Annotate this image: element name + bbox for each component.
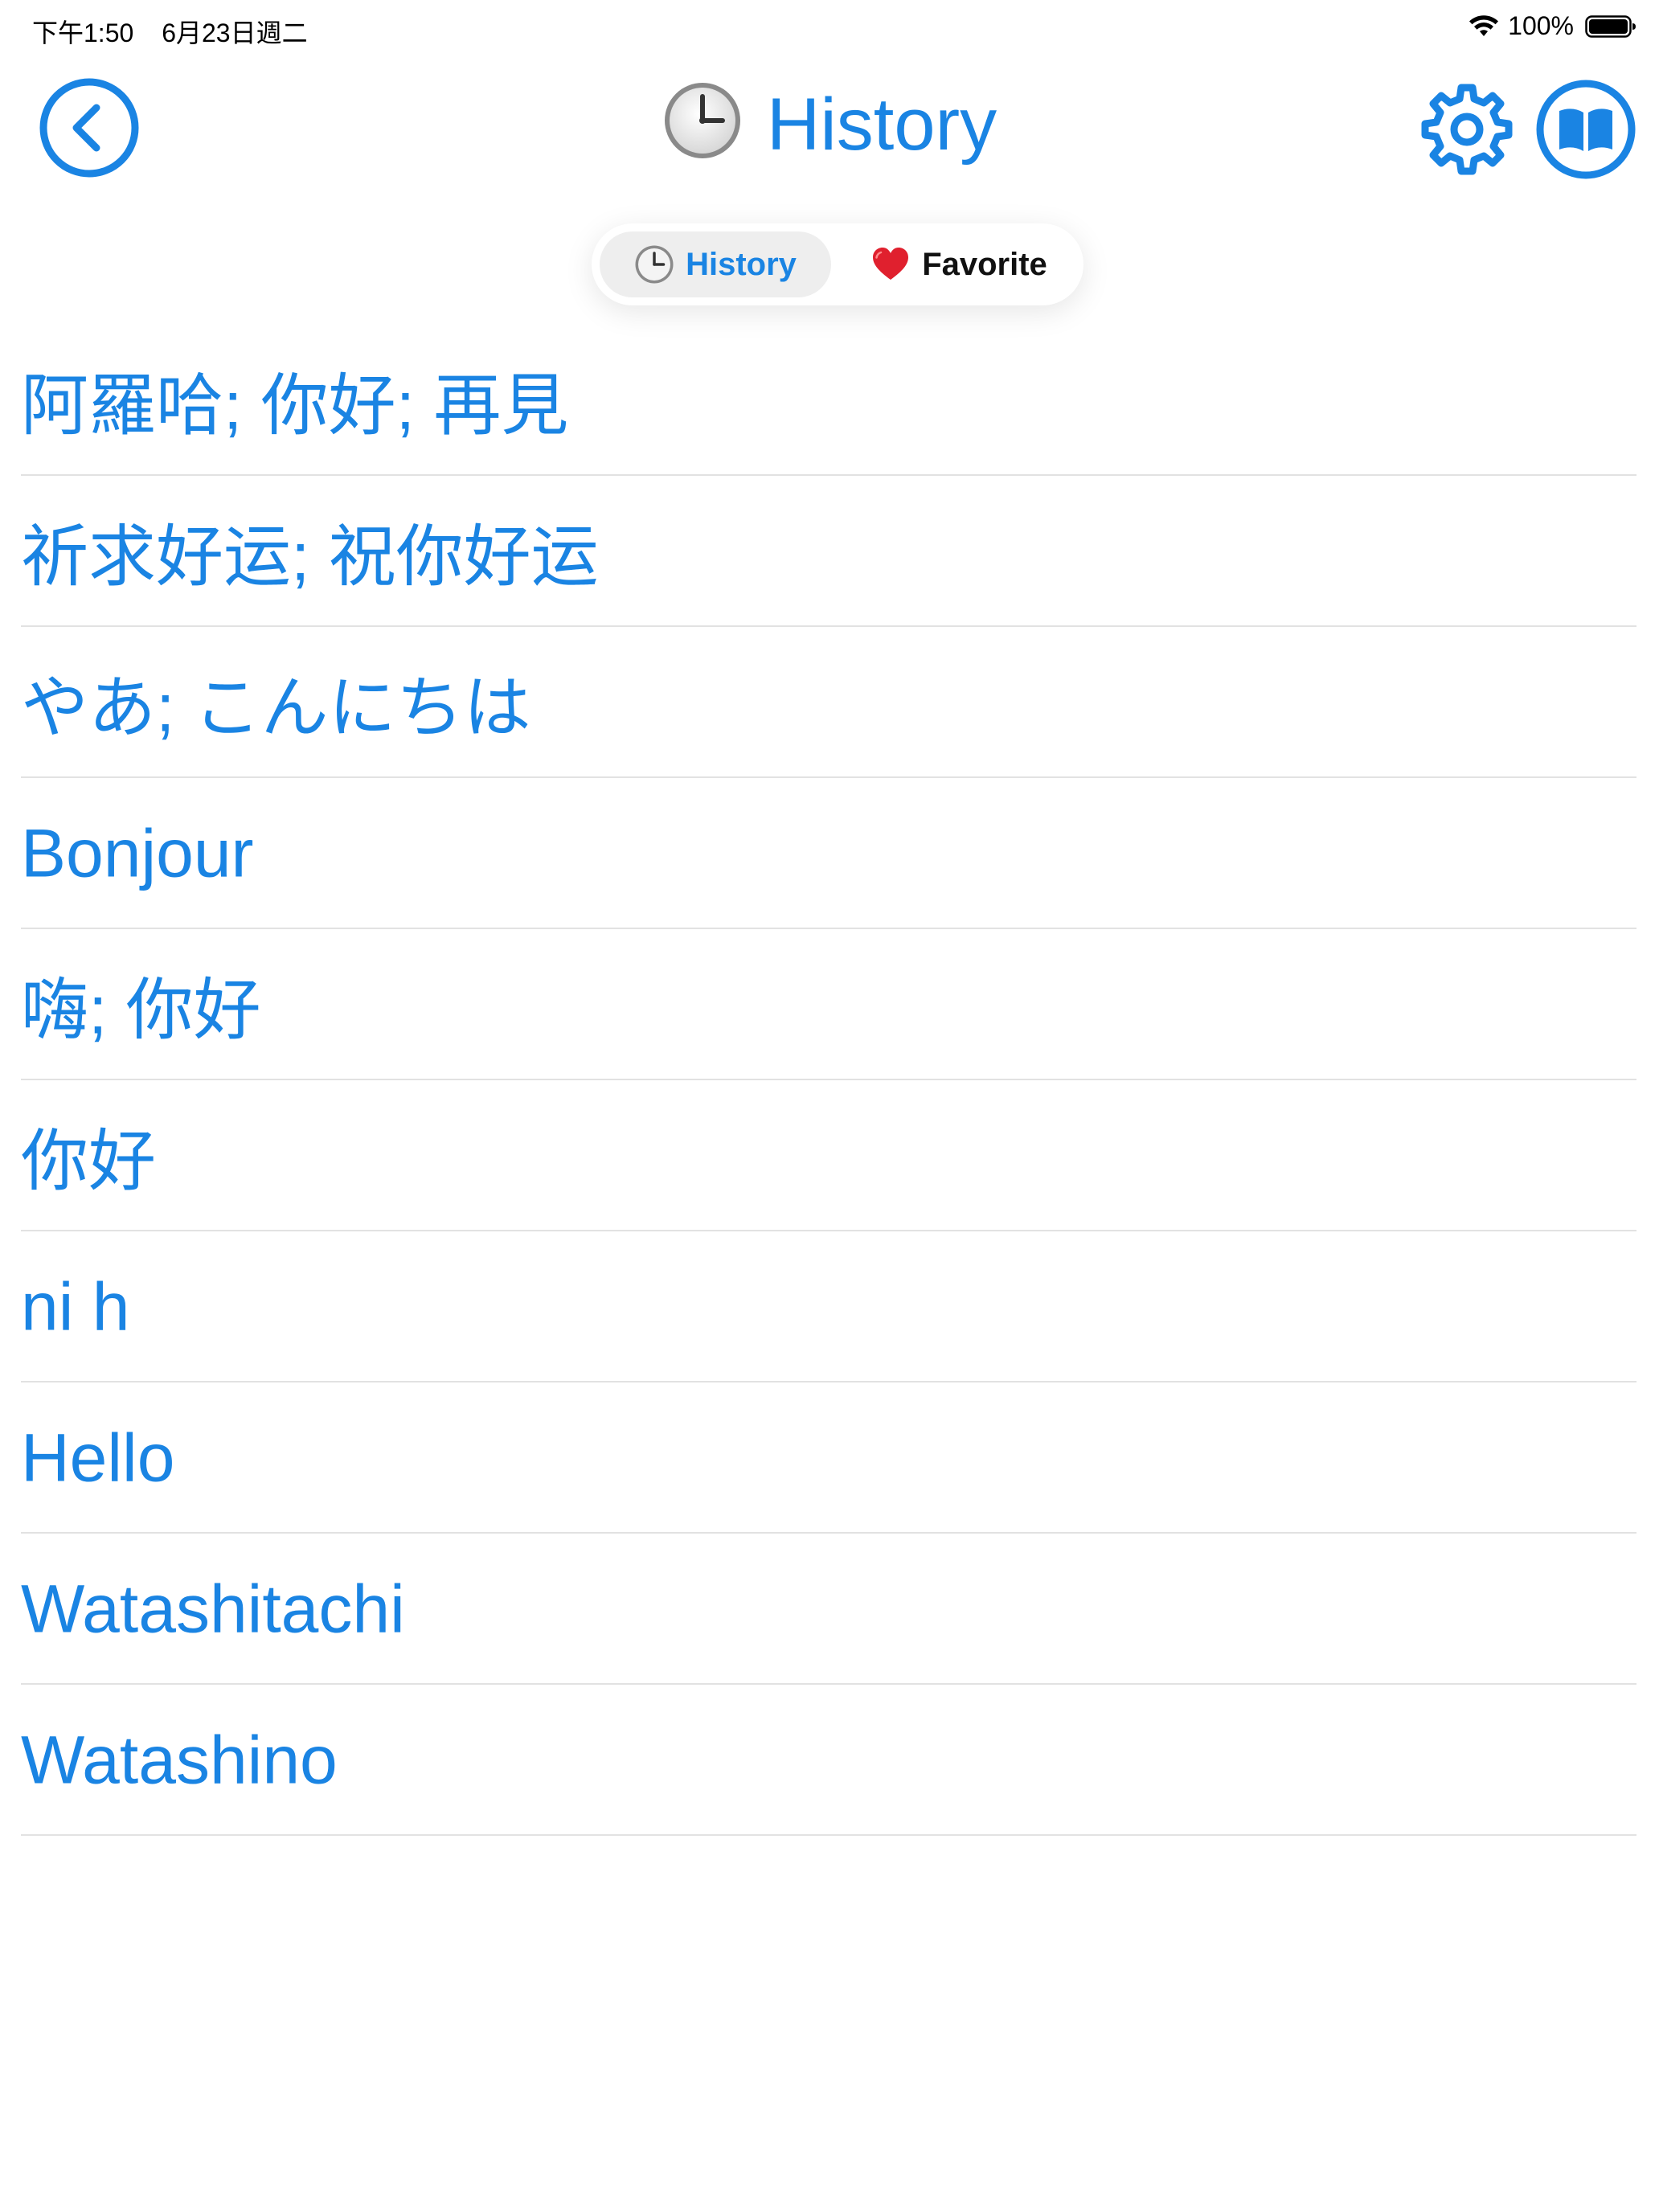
list-item-text: 阿羅哈; 你好; 再見 (21, 367, 569, 444)
tab-history-label: History (686, 246, 797, 282)
status-right: 100% (1468, 11, 1636, 41)
clock-icon (664, 83, 740, 158)
segmented-control: History Favorite (592, 223, 1083, 305)
status-time: 下午1:50 (32, 18, 134, 47)
list-item[interactable]: Watashitachi (0, 1534, 1659, 1685)
list-item[interactable]: 阿羅哈; 你好; 再見 (0, 325, 1659, 476)
divider (21, 1834, 1636, 1836)
status-left: 下午1:50 6月23日週二 (32, 13, 329, 50)
list-item-text: Watashino (21, 1722, 338, 1798)
heart-icon (873, 248, 909, 280)
page-title-text: History (766, 84, 997, 166)
tab-favorite[interactable]: Favorite (842, 231, 1075, 297)
tab-history[interactable]: History (600, 231, 831, 297)
list-item[interactable]: Bonjour (0, 778, 1659, 929)
wifi-icon (1469, 14, 1499, 36)
history-list: 阿羅哈; 你好; 再見 祈求好运; 祝你好运 やあ; こんにちは Bonjour… (0, 325, 1659, 1836)
book-button[interactable] (1535, 79, 1636, 180)
list-item-text: 嗨; 你好 (21, 972, 261, 1048)
list-item[interactable]: 祈求好运; 祝你好运 (0, 476, 1659, 627)
list-item[interactable]: Watashino (0, 1685, 1659, 1836)
list-item-text: Watashitachi (21, 1571, 405, 1647)
list-item-text: Hello (21, 1419, 175, 1496)
book-icon (1536, 80, 1636, 179)
status-date: 6月23日週二 (162, 18, 308, 47)
list-item[interactable]: 嗨; 你好 (0, 929, 1659, 1080)
status-bar: 下午1:50 6月23日週二 100% (0, 0, 1659, 58)
nav-bar: History (0, 64, 1659, 185)
list-item-text: 祈求好运; 祝你好运 (21, 518, 599, 595)
gear-icon (1421, 84, 1513, 175)
battery-percent: 100% (1508, 11, 1574, 40)
list-item[interactable]: 你好 (0, 1080, 1659, 1231)
list-item-text: Bonjour (21, 815, 254, 891)
tab-favorite-label: Favorite (922, 246, 1047, 282)
settings-button[interactable] (1416, 79, 1518, 180)
list-item[interactable]: やあ; こんにちは (0, 627, 1659, 778)
page-title: History (0, 80, 1659, 167)
list-item[interactable]: Hello (0, 1382, 1659, 1534)
list-item-text: やあ; こんにちは (21, 670, 531, 746)
list-item-text: 你好 (21, 1123, 157, 1199)
battery-icon (1585, 14, 1636, 38)
clock-icon (635, 245, 674, 284)
list-item-text: ni h (21, 1268, 130, 1345)
list-item[interactable]: ni h (0, 1231, 1659, 1382)
